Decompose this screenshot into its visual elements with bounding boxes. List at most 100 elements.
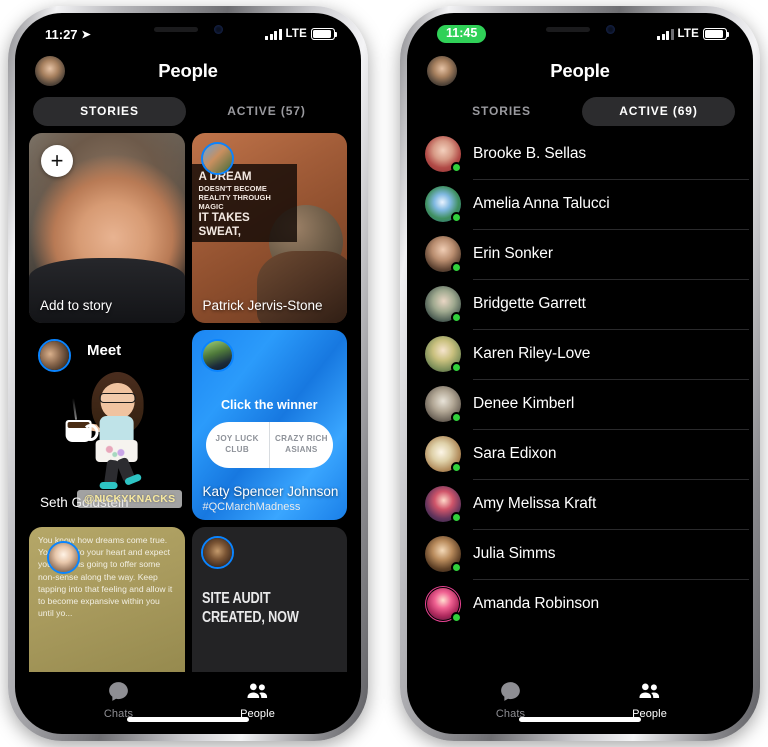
story-card-seth[interactable]: Meet @NICKYKNACKS Seth (29, 330, 185, 520)
story-card-add-to-story[interactable]: + Add to story (29, 133, 185, 323)
phone-right: 11:45 LTE People STORIES ACTIVE (69) Bro… (400, 6, 760, 741)
story-hashtag: #QCMarchMadness (202, 501, 301, 513)
online-status-badge (451, 212, 462, 223)
story-author-avatar[interactable] (47, 541, 80, 574)
story-author-avatar[interactable] (38, 339, 71, 372)
avatar (425, 136, 462, 173)
audit-line-1: SITE AUDIT (201, 590, 271, 607)
story-card-text[interactable]: You know how dreams come true. You liste… (29, 527, 185, 672)
person-name: Amanda Robinson (473, 595, 600, 612)
story-author-avatar[interactable] (200, 536, 234, 569)
phone-left-bezel: 11:27 ➤ LTE People STORIES ACTIVE (57) +… (15, 13, 361, 734)
person-name: Brooke B. Sellas (473, 145, 586, 162)
tab-stories[interactable]: STORIES (33, 96, 186, 126)
phone-right-screen: 11:45 LTE People STORIES ACTIVE (69) Bro… (411, 17, 749, 730)
location-arrow-icon: ➤ (81, 28, 91, 41)
home-indicator[interactable] (519, 717, 641, 722)
list-item[interactable]: Denee Kimberl (425, 379, 749, 429)
quote-line-6: DETERMINATION (199, 240, 261, 242)
list-item[interactable]: Karen Riley-Love (425, 329, 749, 379)
audit-line-2: CREATED, NOW (201, 609, 299, 627)
person-name: Amy Melissa Kraft (473, 495, 597, 512)
person-name: Denee Kimberl (473, 395, 575, 412)
person-name: Bridgette Garrett (473, 295, 586, 312)
tab-chats[interactable]: Chats (466, 679, 556, 720)
battery-icon (703, 28, 730, 40)
tab-chats[interactable]: Chats (74, 679, 164, 720)
tab-people[interactable]: People (213, 679, 303, 720)
story-card-patrick[interactable]: A DREAM DOESN'T BECOME REALITY THROUGH M… (191, 133, 347, 323)
story-audit-text: SITE AUDIT CREATED, NOW (202, 589, 315, 628)
list-item[interactable]: Amanda Robinson (425, 579, 749, 629)
online-status-badge (451, 512, 462, 523)
avatar (425, 486, 462, 523)
online-status-badge (451, 562, 462, 573)
poll-option-b[interactable]: CRAZY RICH ASIANS (268, 422, 333, 468)
add-story-plus-icon[interactable]: + (41, 145, 73, 177)
nav-header-left: People (19, 49, 357, 93)
profile-avatar-button[interactable] (35, 56, 65, 86)
bitmoji-avatar-icon (65, 371, 155, 489)
tab-active[interactable]: ACTIVE (57) (190, 97, 343, 126)
carrier-label: LTE (677, 28, 699, 40)
story-card-katy[interactable]: Click the winner JOY LUCK CLUB CRAZY RIC… (191, 330, 347, 520)
stories-grid: + Add to story A DREAM DOESN'T BECOME RE… (19, 129, 357, 672)
tab-stories[interactable]: STORIES (425, 97, 578, 126)
home-indicator[interactable] (127, 717, 249, 722)
status-bar-right: 11:45 LTE (411, 17, 749, 49)
signal-bars-icon (657, 28, 674, 40)
story-card-label: Patrick Jervis-Stone (202, 298, 323, 314)
poll-option-a[interactable]: JOY LUCK CLUB (206, 422, 269, 468)
list-item[interactable]: Amelia Anna Talucci (425, 179, 749, 229)
person-name: Erin Sonker (473, 245, 553, 262)
person-name: Sara Edixon (473, 445, 557, 462)
status-bar-left: 11:27 ➤ LTE (19, 17, 357, 49)
online-status-badge (451, 262, 462, 273)
poll-question: Click the winner (220, 398, 318, 412)
status-right: LTE (265, 28, 338, 40)
list-item[interactable]: Erin Sonker (425, 229, 749, 279)
phone-left: 11:27 ➤ LTE People STORIES ACTIVE (57) +… (8, 6, 368, 741)
list-item[interactable]: Julia Simms (425, 529, 749, 579)
tab-people[interactable]: People (605, 679, 695, 720)
online-status-badge (451, 612, 462, 623)
story-author-avatar[interactable] (200, 142, 234, 175)
nav-header-right: People (411, 49, 749, 93)
story-author-avatar[interactable] (200, 339, 234, 372)
avatar (425, 236, 462, 273)
poll-options: JOY LUCK CLUB CRAZY RICH ASIANS (205, 422, 333, 468)
status-right: LTE (657, 28, 730, 40)
quote-line-5: SWEAT, (198, 225, 241, 239)
phone-right-bezel: 11:45 LTE People STORIES ACTIVE (69) Bro… (407, 13, 753, 734)
list-item[interactable]: Sara Edixon (425, 429, 749, 479)
avatar (425, 186, 462, 223)
person-name: Amelia Anna Talucci (473, 195, 610, 212)
segmented-control-right: STORIES ACTIVE (69) (411, 93, 749, 129)
avatar (425, 586, 462, 623)
story-card-label: Katy Spencer Johnson (202, 484, 339, 500)
page-title: People (158, 60, 218, 81)
story-sticker-handle: @NICKYKNACKS (77, 490, 183, 508)
avatar (425, 536, 462, 573)
status-time-recording-pill: 11:45 (437, 24, 487, 44)
people-icon (247, 682, 268, 698)
list-item[interactable]: Amy Melissa Kraft (425, 479, 749, 529)
online-status-badge (451, 462, 462, 473)
avatar (425, 286, 462, 323)
tab-active[interactable]: ACTIVE (69) (582, 96, 735, 126)
person-name: Karen Riley-Love (473, 345, 591, 362)
quote-line-4: IT TAKES (198, 211, 250, 225)
status-left: 11:45 (437, 24, 487, 44)
person-name: Julia Simms (473, 545, 556, 562)
story-meet-title: Meet (87, 342, 122, 359)
profile-avatar-button[interactable] (427, 56, 457, 86)
battery-icon (311, 28, 338, 40)
story-card-site-audit[interactable]: SITE AUDIT CREATED, NOW (191, 527, 347, 672)
quote-line-2: DOESN'T BECOME (198, 184, 267, 194)
quote-line-3: REALITY THROUGH MAGIC (198, 193, 271, 212)
list-item[interactable]: Bridgette Garrett (425, 279, 749, 329)
signal-bars-icon (265, 28, 282, 40)
online-status-badge (451, 312, 462, 323)
list-item[interactable]: Brooke B. Sellas (425, 129, 749, 179)
page-title: People (550, 60, 610, 81)
